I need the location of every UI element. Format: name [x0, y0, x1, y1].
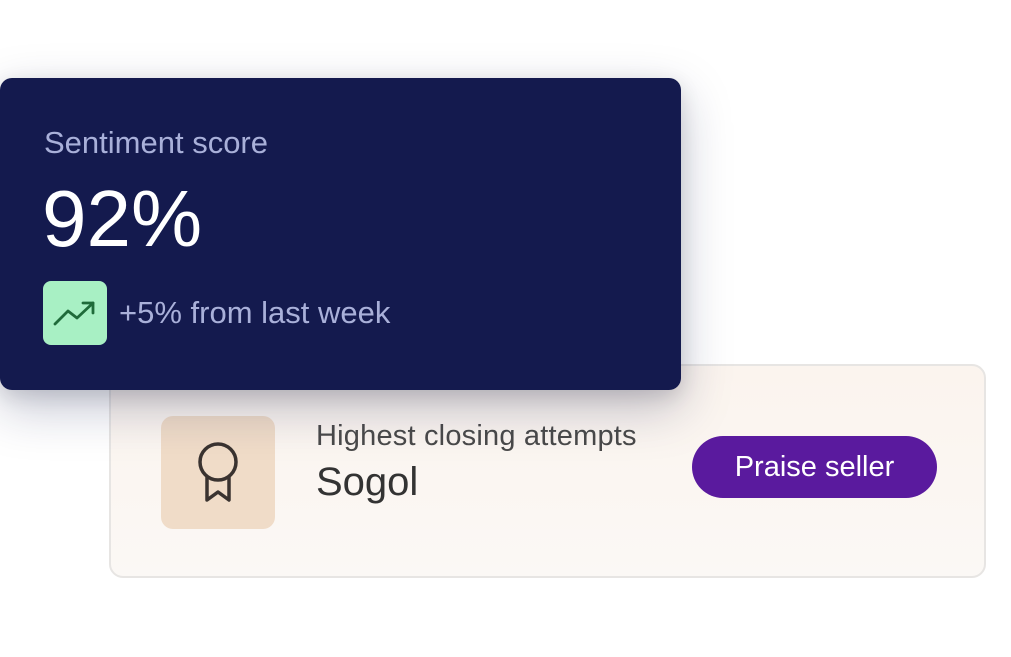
award-tile	[161, 416, 275, 529]
stage: Highest closing attempts Sogol Praise se…	[0, 0, 1011, 657]
trending-up-icon	[53, 301, 95, 326]
trend-tile	[43, 281, 107, 345]
seller-metric-label: Highest closing attempts	[316, 420, 637, 452]
top-seller-card: Highest closing attempts Sogol Praise se…	[109, 364, 986, 578]
sentiment-label: Sentiment score	[44, 125, 268, 160]
seller-name: Sogol	[316, 460, 419, 504]
trend-row: +5% from last week	[43, 281, 390, 345]
seller-info: Highest closing attempts Sogol	[316, 418, 637, 508]
trend-text: +5% from last week	[119, 295, 391, 330]
sentiment-score-card: Sentiment score 92% +5% from last week	[0, 78, 681, 390]
sentiment-value: 92%	[42, 174, 203, 263]
praise-seller-button[interactable]: Praise seller	[692, 436, 937, 498]
award-ribbon-icon	[198, 441, 238, 502]
